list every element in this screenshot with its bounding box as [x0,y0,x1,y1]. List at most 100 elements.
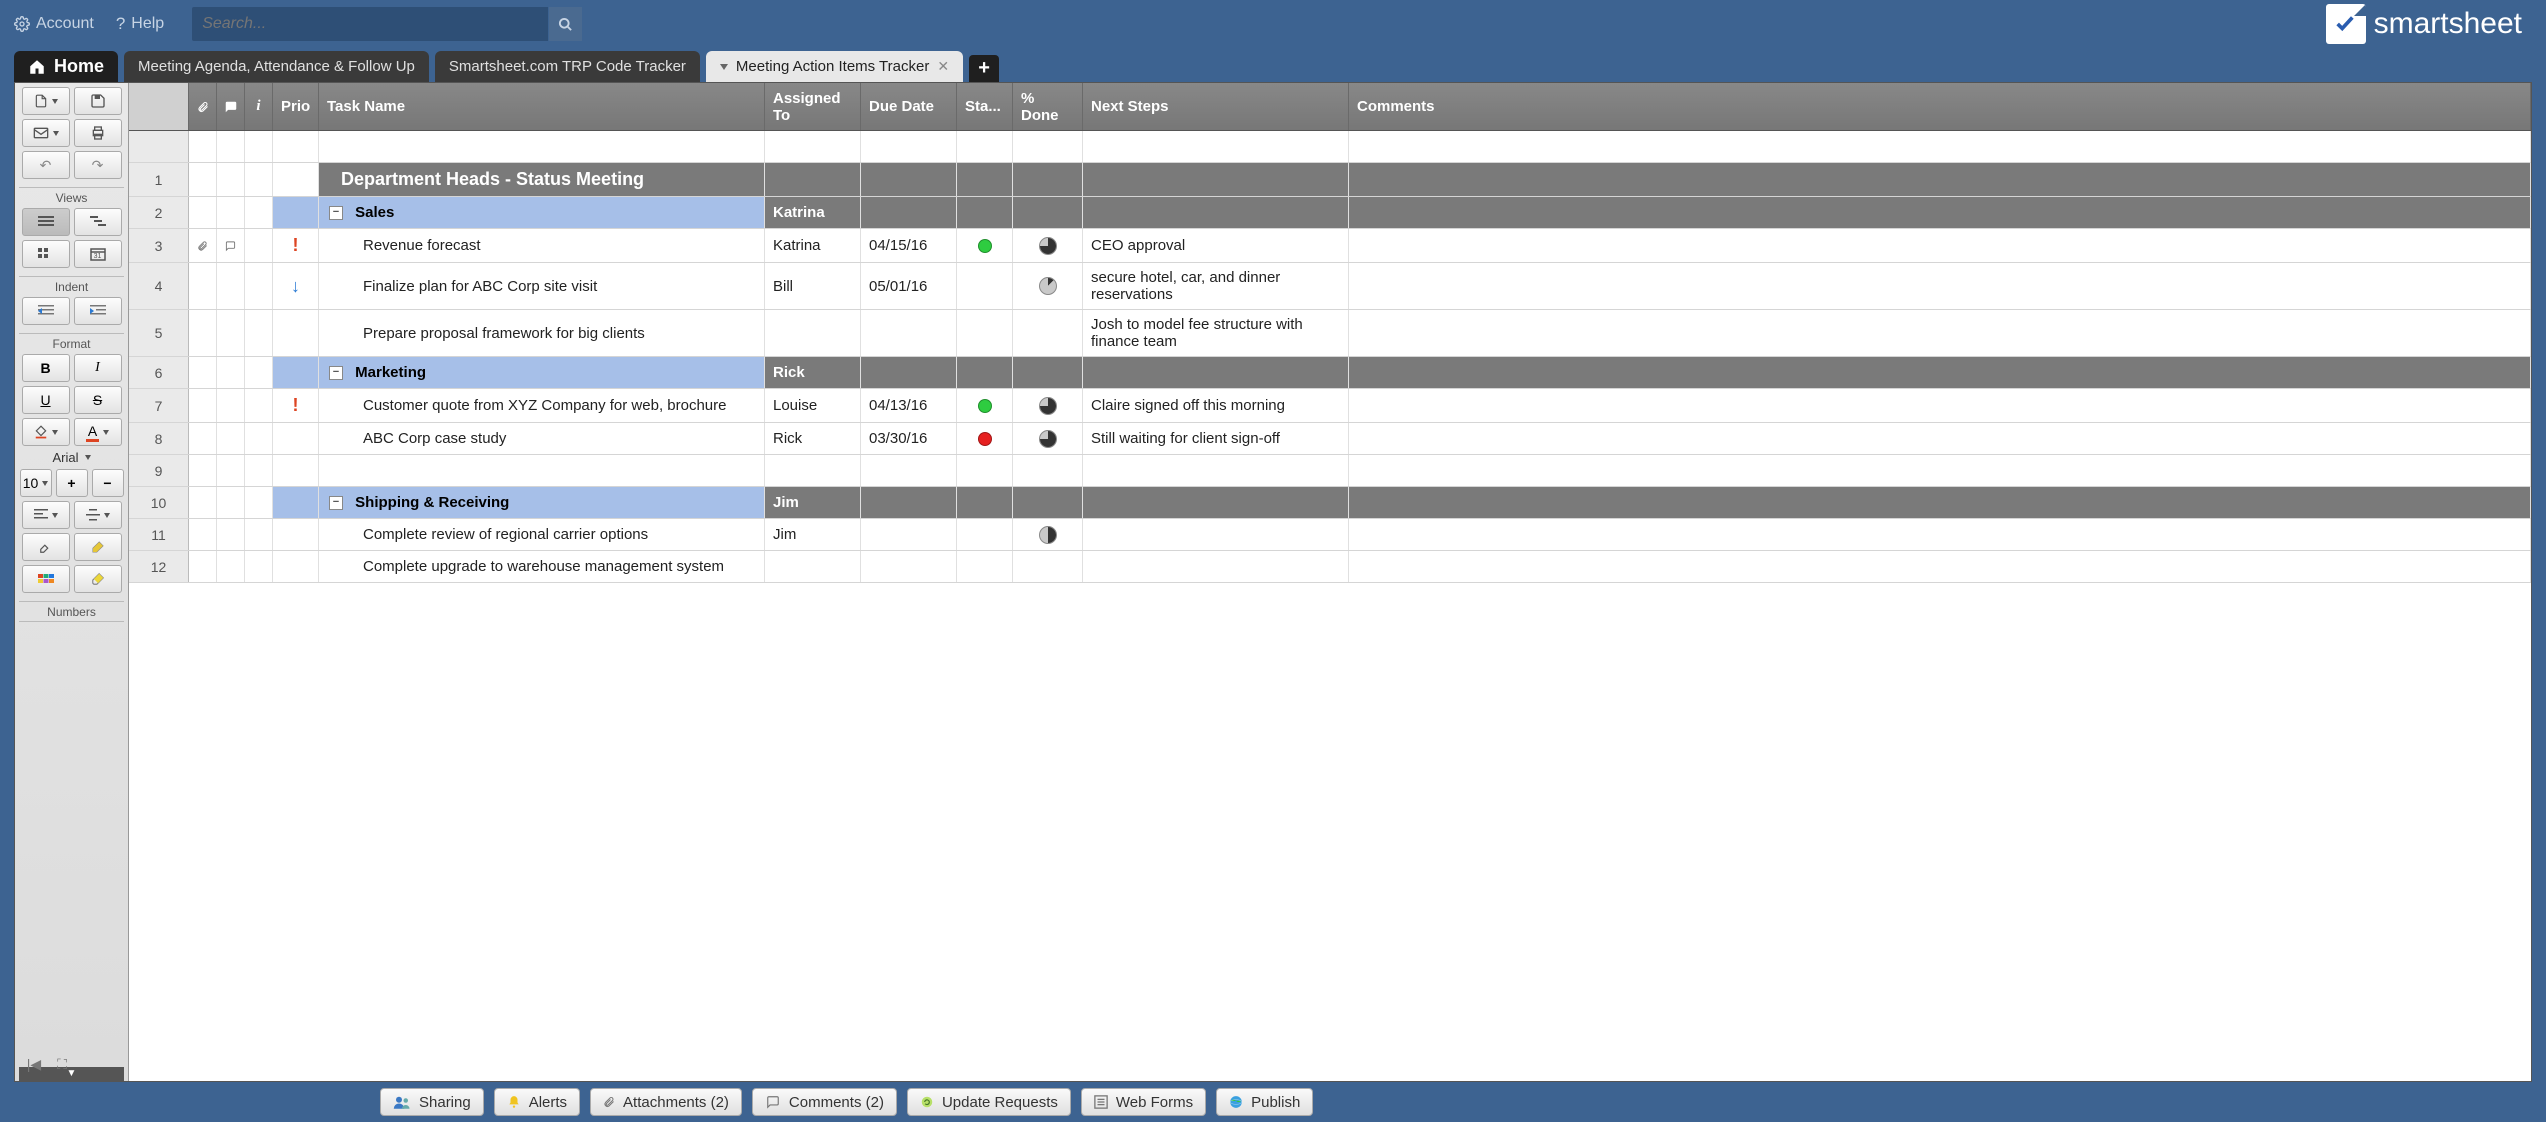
assigned-cell[interactable]: Jim [765,487,861,518]
comments-cell[interactable] [1349,310,2531,356]
new-button[interactable] [22,87,70,115]
attachment-cell[interactable] [189,229,217,262]
assigned-cell[interactable] [765,455,861,486]
done-cell[interactable] [1013,163,1083,196]
underline-button[interactable]: U [22,386,70,414]
done-cell[interactable] [1013,197,1083,228]
next-cell[interactable] [1083,163,1349,196]
status-cell[interactable] [957,229,1013,262]
table-row[interactable]: 2− SalesKatrina [129,197,2531,229]
font-size-selector[interactable]: 10 [20,469,52,497]
priority-cell[interactable] [273,357,319,388]
priority-cell[interactable]: ! [273,389,319,422]
table-row[interactable]: 5Prepare proposal framework for big clie… [129,310,2531,357]
clear-format-button[interactable] [22,533,70,561]
assigned-cell[interactable]: Louise [765,389,861,422]
status-cell[interactable] [957,263,1013,309]
comment-cell[interactable] [217,310,245,356]
comments-header[interactable]: Comments [1349,83,2531,130]
assigned-cell[interactable]: Bill [765,263,861,309]
indent-button[interactable] [74,297,122,325]
task-header[interactable]: Task Name [319,83,765,130]
comments-cell[interactable] [1349,163,2531,196]
comments-cell[interactable] [1349,263,2531,309]
comment-cell[interactable] [217,197,245,228]
assigned-cell[interactable]: Katrina [765,229,861,262]
assigned-cell[interactable] [765,163,861,196]
status-cell[interactable] [957,197,1013,228]
tab-action-items[interactable]: Meeting Action Items Tracker ✕ [706,51,963,82]
gantt-view-button[interactable] [74,208,122,236]
row-number[interactable]: 1 [129,163,189,196]
comments-cell[interactable] [1349,197,2531,228]
comment-cell[interactable] [217,455,245,486]
table-row[interactable]: 8ABC Corp case studyRick03/30/16Still wa… [129,423,2531,455]
comment-cell[interactable] [217,551,245,582]
fill-color-button[interactable] [22,418,70,446]
status-header[interactable]: Sta... [957,83,1013,130]
info-cell[interactable] [245,263,273,309]
update-requests-button[interactable]: Update Requests [907,1088,1071,1116]
tab-trp-tracker[interactable]: Smartsheet.com TRP Code Tracker [435,51,700,82]
comments-cell[interactable] [1349,229,2531,262]
text-color-button[interactable]: A [74,418,122,446]
webforms-button[interactable]: Web Forms [1081,1088,1206,1116]
undo-button[interactable]: ↶ [22,151,70,179]
grid-view-button[interactable] [22,208,70,236]
info-cell[interactable] [245,197,273,228]
next-cell[interactable] [1083,197,1349,228]
task-cell[interactable]: Prepare proposal framework for big clien… [319,310,765,356]
help-link[interactable]: ? Help [116,14,164,34]
row-number[interactable]: 9 [129,455,189,486]
info-cell[interactable] [245,487,273,518]
done-cell[interactable] [1013,487,1083,518]
font-increase-button[interactable]: + [56,469,88,497]
attachment-cell[interactable] [189,310,217,356]
task-cell[interactable]: Complete review of regional carrier opti… [319,519,765,550]
assigned-cell[interactable]: Rick [765,423,861,454]
conditional-format-button[interactable] [22,565,70,593]
table-row[interactable]: 7!Customer quote from XYZ Company for we… [129,389,2531,423]
row-number[interactable]: 4 [129,263,189,309]
done-cell[interactable] [1013,455,1083,486]
row-number[interactable]: 7 [129,389,189,422]
comment-cell[interactable] [217,423,245,454]
comment-cell[interactable] [217,229,245,262]
attachment-cell[interactable] [189,263,217,309]
due-cell[interactable] [861,487,957,518]
home-tab[interactable]: Home [14,51,118,82]
status-cell[interactable] [957,389,1013,422]
tab-meeting-agenda[interactable]: Meeting Agenda, Attendance & Follow Up [124,51,429,82]
status-cell[interactable] [957,519,1013,550]
comment-cell[interactable] [217,519,245,550]
assigned-header[interactable]: Assigned To [765,83,861,130]
status-cell[interactable] [957,423,1013,454]
next-cell[interactable]: Josh to model fee structure with finance… [1083,310,1349,356]
due-cell[interactable] [861,197,957,228]
outdent-button[interactable] [22,297,70,325]
priority-cell[interactable]: ↓ [273,263,319,309]
row-number[interactable]: 10 [129,487,189,518]
publish-button[interactable]: Publish [1216,1088,1313,1116]
due-cell[interactable] [861,551,957,582]
next-cell[interactable] [1083,487,1349,518]
priority-cell[interactable] [273,487,319,518]
assigned-cell[interactable] [765,310,861,356]
next-cell[interactable] [1083,455,1349,486]
comment-header[interactable] [217,83,245,130]
align-button[interactable] [22,501,70,529]
status-cell[interactable] [957,310,1013,356]
priority-header[interactable]: Prio [273,83,319,130]
due-cell[interactable]: 05/01/16 [861,263,957,309]
assigned-cell[interactable] [765,551,861,582]
due-cell[interactable] [861,455,957,486]
due-cell[interactable] [861,519,957,550]
due-cell[interactable]: 04/15/16 [861,229,957,262]
status-cell[interactable] [957,455,1013,486]
search-input[interactable] [192,15,548,33]
alerts-button[interactable]: Alerts [494,1088,580,1116]
done-cell[interactable] [1013,423,1083,454]
info-cell[interactable] [245,163,273,196]
collapse-toggle[interactable]: − [329,206,343,220]
priority-cell[interactable] [273,423,319,454]
